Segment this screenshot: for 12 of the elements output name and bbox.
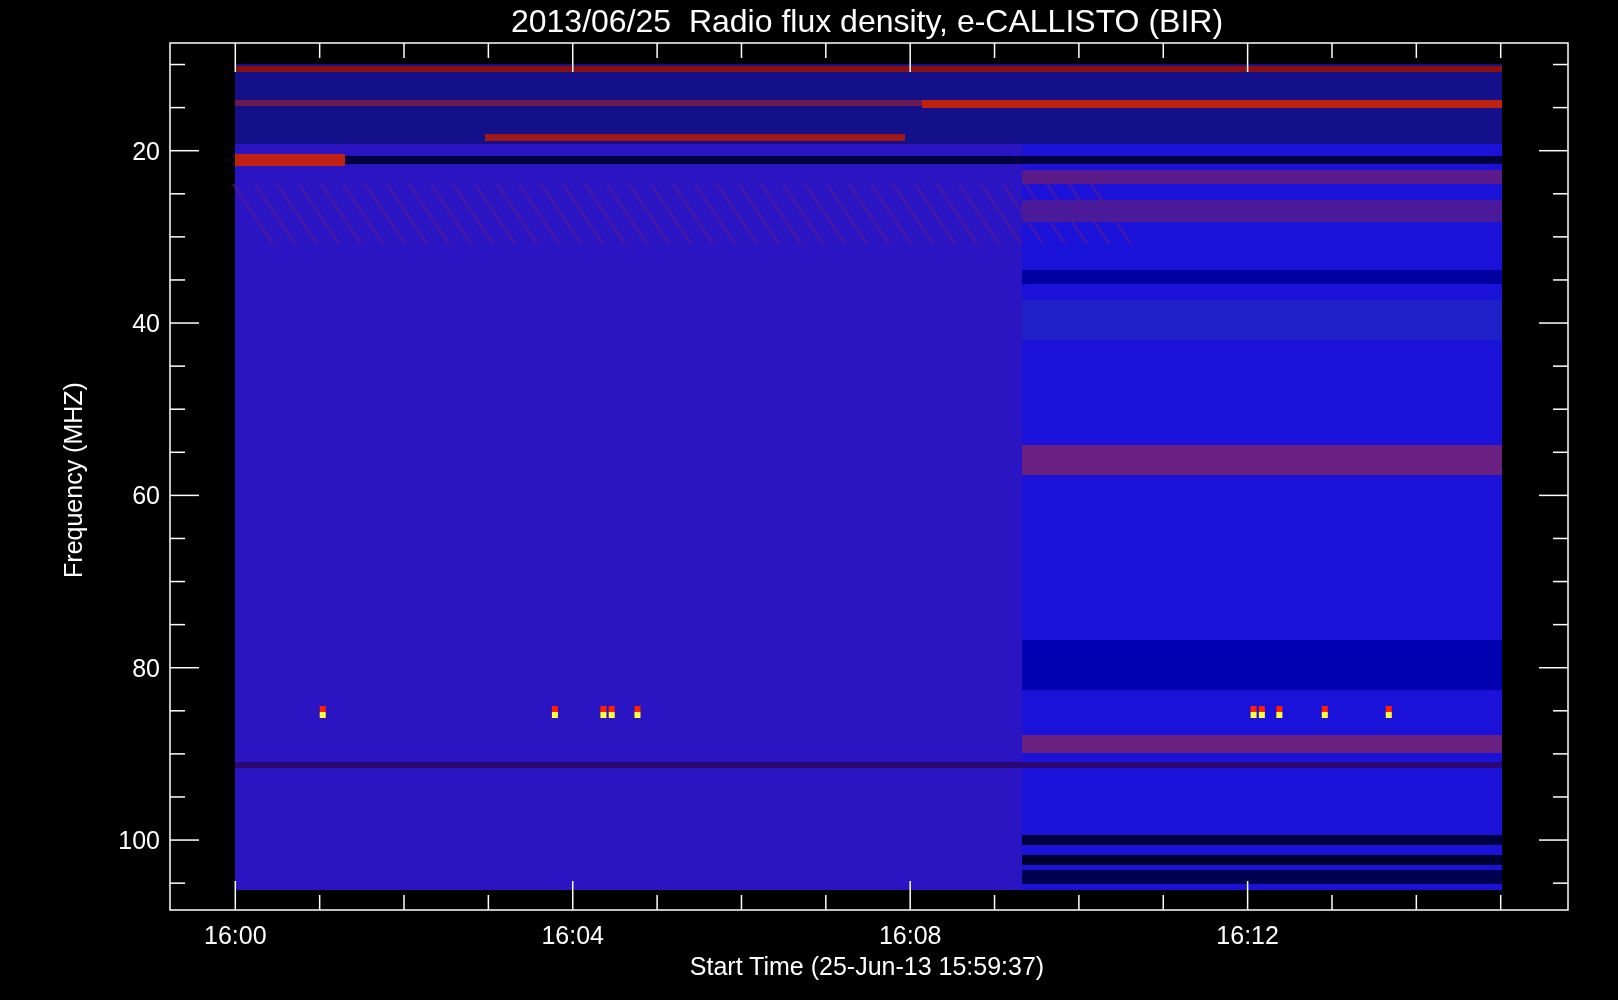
x-tick-label: 16:04 bbox=[541, 921, 604, 949]
x-tick-label: 16:00 bbox=[204, 921, 267, 949]
y-tick-label: 80 bbox=[132, 653, 160, 682]
y-tick-label: 100 bbox=[118, 826, 160, 855]
y-axis-label: Frequency (MHZ) bbox=[59, 382, 87, 578]
chart-title: 2013/06/25 Radio flux density, e-CALLISTO (BIR) bbox=[510, 3, 1224, 39]
y-tick-label: 40 bbox=[132, 309, 160, 338]
x-tick-label: 16:08 bbox=[878, 921, 942, 949]
x-axis-label: Start Time (25-Jun-13 15:59:37) bbox=[689, 952, 1045, 980]
x-tick-label: 16:12 bbox=[1216, 921, 1279, 949]
y-tick-label: 60 bbox=[132, 481, 160, 510]
y-tick-label: 20 bbox=[132, 136, 160, 165]
